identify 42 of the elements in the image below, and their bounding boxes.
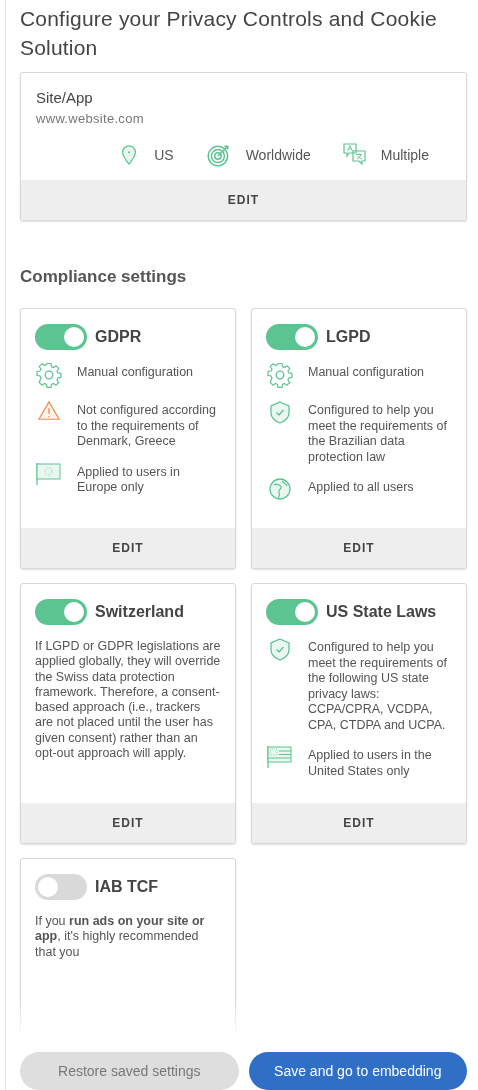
law-detail: Configured to help you meet the requirements of the Brazilian data protection law xyxy=(308,402,448,465)
site-label: Site/App xyxy=(36,89,94,106)
translate-icon xyxy=(342,143,367,167)
warning-icon xyxy=(37,400,61,422)
law-name: IAB TCF xyxy=(95,878,159,896)
law-detail: Applied to users in the United States only xyxy=(308,747,433,779)
edit-button[interactable]: EDIT xyxy=(252,528,466,568)
law-detail: Not configured according to the requirements of Denmark, Greece xyxy=(77,402,217,450)
flag-icon xyxy=(36,461,62,486)
law-detail: Manual configuration xyxy=(308,364,425,381)
law-name: Switzerland xyxy=(95,603,184,621)
edit-button[interactable]: EDIT xyxy=(21,528,235,568)
section-heading: Compliance settings xyxy=(20,267,188,287)
shield-check-icon xyxy=(268,400,292,424)
toggle-switch[interactable] xyxy=(35,324,87,350)
toggle-switch[interactable] xyxy=(266,599,318,625)
law-description: If LGPD or GDPR legislations are applied globally, they will override the Swiss data protection framework. Therefore, a consent-based approach (i.e., trackers are not placed until the user has given consent) rather than an opt-out approach will apply. xyxy=(35,639,221,762)
law-description: If you run ads on your site or app, it's highly recommended that you xyxy=(35,914,206,960)
law-detail: Applied to users in Europe only xyxy=(77,463,181,496)
law-name: US State Laws xyxy=(326,603,437,621)
law-detail: Applied to all users xyxy=(308,479,414,496)
law-name: LGPD xyxy=(326,328,371,346)
toggle-switch[interactable] xyxy=(35,874,87,900)
gear-icon xyxy=(36,362,62,388)
site-url: www.website.com xyxy=(36,111,145,126)
edit-button[interactable]: EDIT xyxy=(21,180,466,220)
site-detail: Worldwide xyxy=(245,147,311,163)
flag-icon xyxy=(267,745,293,769)
site-detail: Multiple xyxy=(380,147,429,163)
page-title: Configure your Privacy Controls and Cookie Solution xyxy=(20,6,438,61)
edit-button[interactable]: EDIT xyxy=(252,803,466,843)
save-button[interactable]: Save and go to embedding xyxy=(248,1052,467,1090)
gear-icon xyxy=(267,362,293,388)
globe-icon xyxy=(268,477,292,501)
edit-button[interactable]: EDIT xyxy=(21,803,235,843)
toggle-switch[interactable] xyxy=(266,324,318,350)
toggle-switch[interactable] xyxy=(35,599,87,625)
site-detail: US xyxy=(154,147,174,163)
law-detail: Configured to help you meet the requirements of the following US state privacy laws: CCPA/CPRA, VCDPA, CPA, CTDPA and UCPA. xyxy=(308,639,448,733)
law-name: GDPR xyxy=(95,328,142,346)
law-detail: Manual configuration xyxy=(77,364,194,381)
shield-check-icon xyxy=(268,637,292,661)
